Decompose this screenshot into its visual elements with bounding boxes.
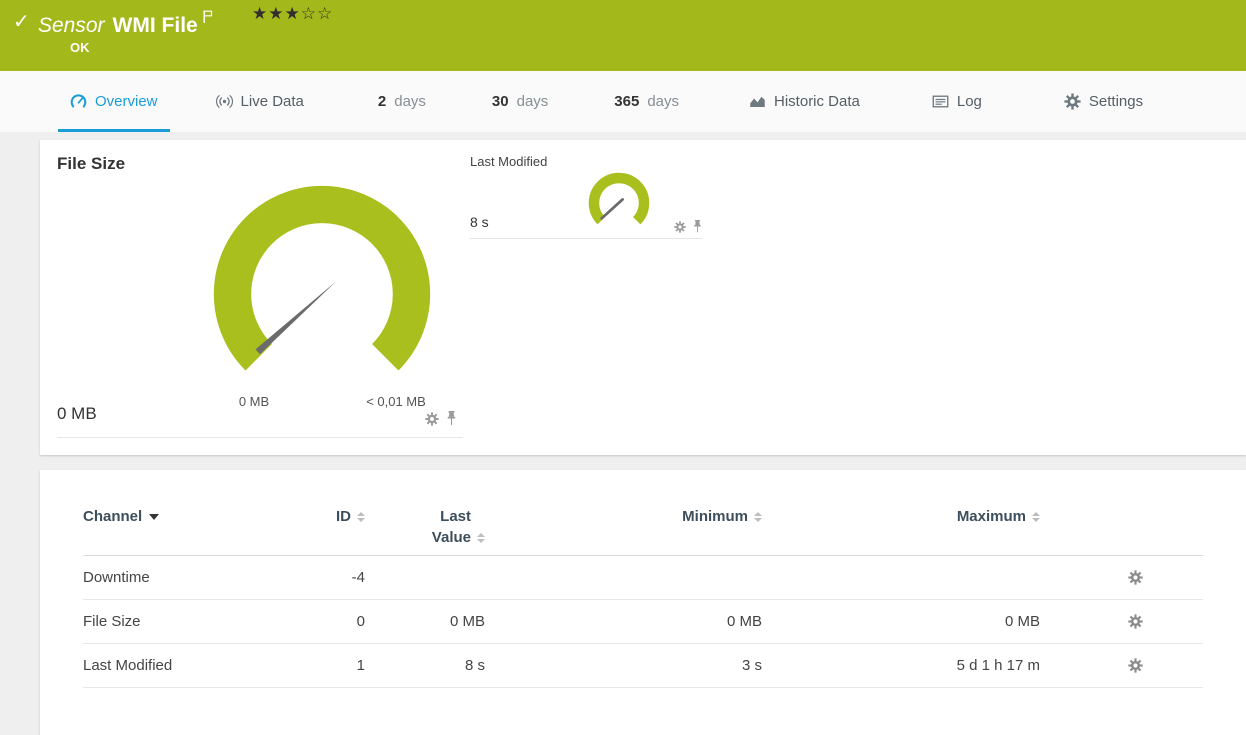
column-header-last-value[interactable]: Last Value [365,506,485,548]
widget-settings-gear-icon[interactable] [425,412,439,426]
gauge-max-label: < 0,01 MB [366,394,426,409]
sort-icon [477,533,485,544]
sensor-header: ✓ Sensor WMI File ★★★☆☆ OK [0,0,1246,71]
widget-pin-icon[interactable] [446,411,457,426]
prtg-sensor-page: ✓ Sensor WMI File ★★★☆☆ OK Overview Live … [0,0,1246,735]
table-row: Downtime -4 [83,556,1203,600]
column-header-maximum[interactable]: Maximum [762,506,1040,527]
tab-2-days[interactable]: 2 days [366,71,438,132]
cell-channel[interactable]: Downtime [83,569,323,586]
sensor-status-badge: OK [70,40,90,55]
sensor-title-line: Sensor WMI File [38,6,213,38]
last-modified-gauge [586,170,652,236]
gauge-title: File Size [57,154,126,173]
cell-channel[interactable]: File Size [83,613,323,630]
cell-maximum: 0 MB [1004,613,1040,630]
channel-settings-gear-icon[interactable] [1128,570,1143,585]
gear-icon [1064,93,1081,110]
tab-live-data[interactable]: Live Data [204,71,316,132]
tab-label: Live Data [240,93,304,110]
tab-bar: Overview Live Data 2 days 30 days 365 da… [0,71,1246,132]
tab-30-days[interactable]: 30 days [480,71,560,132]
gauge-title: Last Modified [470,154,548,169]
gauges-card: File Size 0 MB < 0,01 MB 0 MB Last Modif… [40,140,1246,455]
tab-label: days [647,93,680,110]
sort-caret-icon [149,514,160,521]
tab-overview[interactable]: Overview [58,71,170,132]
cell-minimum: 0 MB [726,613,762,630]
file-size-gauge [204,176,440,412]
tab-label: Overview [95,93,158,110]
last-modified-current-value: 8 s [470,214,489,230]
tab-log[interactable]: Log [920,71,994,132]
cell-minimum: 3 s [741,657,762,674]
panel-divider [470,238,702,239]
tab-label: Settings [1088,93,1144,110]
widget-pin-icon[interactable] [693,220,702,233]
tab-365-days[interactable]: 365 days [602,71,691,132]
column-header-minimum[interactable]: Minimum [485,506,762,527]
file-size-current-value: 0 MB [57,404,97,423]
tab-number: 2 [377,93,387,110]
sensor-kind-label: Sensor [38,14,105,37]
tab-number: 365 [614,93,640,110]
flag-icon[interactable] [203,6,213,30]
area-chart-icon [749,93,766,110]
widget-settings-gear-icon[interactable] [674,221,686,233]
gauge-icon [70,93,87,110]
sensor-title: WMI File [112,14,198,37]
sort-icon [1032,512,1040,523]
table-row: File Size 0 0 MB 0 MB 0 MB [83,600,1203,644]
sort-icon [754,512,762,523]
table-header-row: Channel ID Last Value Minimum Maximum [83,506,1203,556]
cell-id: 0 [356,613,365,630]
channels-card: Channel ID Last Value Minimum Maximum Do… [40,470,1246,735]
sort-icon [357,512,365,523]
tab-number: 30 [491,93,509,110]
tab-label: Log [956,93,982,110]
tab-label: days [516,93,549,110]
column-header-channel[interactable]: Channel [83,506,323,527]
cell-channel[interactable]: Last Modified [83,657,323,674]
status-ok-check-icon: ✓ [13,11,30,33]
tab-label: Historic Data [774,93,860,110]
tab-historic-data[interactable]: Historic Data [737,71,872,132]
cell-maximum: 5 d 1 h 17 m [956,657,1040,674]
cell-id: 1 [356,657,365,674]
channels-table: Channel ID Last Value Minimum Maximum Do… [40,470,1246,688]
cell-last-value: 8 s [464,657,485,674]
cell-id: -4 [351,569,365,586]
priority-stars[interactable]: ★★★☆☆ [252,4,333,24]
log-icon [932,93,949,110]
gauge-needle [600,198,624,220]
cell-last-value: 0 MB [449,613,485,630]
table-row: Last Modified 1 8 s 3 s 5 d 1 h 17 m [83,644,1203,688]
last-modified-gauge-panel: Last Modified 8 s [470,154,702,240]
column-header-id[interactable]: ID [323,506,365,527]
tab-label: days [394,93,426,110]
tab-settings[interactable]: Settings [1052,71,1155,132]
gauge-needle [255,280,337,355]
panel-divider [57,437,463,438]
channel-settings-gear-icon[interactable] [1128,658,1143,673]
gauge-min-label: 0 MB [238,394,270,409]
broadcast-icon [216,93,233,110]
channel-settings-gear-icon[interactable] [1128,614,1143,629]
